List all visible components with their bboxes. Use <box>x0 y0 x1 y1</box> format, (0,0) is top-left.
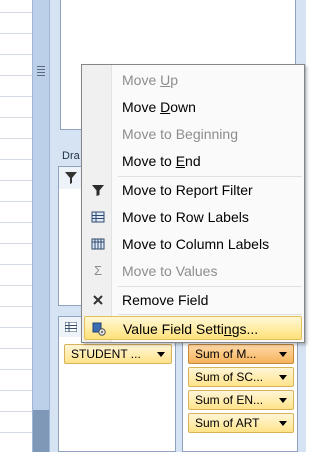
value-field-chip[interactable]: Sum of ART <box>188 413 294 433</box>
drag-fields-label: Dra <box>62 150 80 162</box>
filter-icon <box>92 185 104 196</box>
menu-separator <box>118 314 302 315</box>
grid-row-line <box>0 54 32 55</box>
grid-row-line <box>0 222 32 223</box>
menu-item-label: Move to Beginning <box>122 126 238 142</box>
grid-row-line <box>0 306 32 307</box>
chevron-down-icon[interactable] <box>157 352 165 357</box>
grid-row-line <box>0 117 32 118</box>
value-field-label: Sum of M... <box>195 347 257 361</box>
column-labels-icon <box>91 238 105 250</box>
sigma-icon: Σ <box>93 263 103 278</box>
menu-item-label: Move to Report Filter <box>122 182 253 198</box>
menu-item-label: Move to Column Labels <box>122 236 270 252</box>
grid-row-line <box>0 411 32 412</box>
row-labels-icon <box>65 322 77 332</box>
value-field-label: Sum of EN... <box>195 393 264 407</box>
grid-row-line <box>0 75 32 76</box>
menu-item-move-to-column-labels[interactable]: Move to Column Labels <box>84 232 302 256</box>
value-field-chip[interactable]: Sum of SC... <box>188 367 294 387</box>
row-labels-icon <box>91 211 105 223</box>
menu-item-label: Move Up <box>122 72 179 88</box>
value-field-chip[interactable]: Sum of M... <box>188 344 294 364</box>
value-field-label: Sum of ART <box>195 416 260 430</box>
grid-row-line <box>0 159 32 160</box>
menu-item-label: Move Down <box>122 99 196 115</box>
grid-row-line <box>0 243 32 244</box>
grid-row-line <box>0 390 32 391</box>
filter-icon <box>65 172 77 184</box>
row-field-label: STUDENT ... <box>71 347 141 361</box>
spreadsheet-grid <box>0 0 33 452</box>
menu-item-move-up[interactable]: Move Up <box>84 68 302 92</box>
chevron-down-icon[interactable] <box>279 352 287 357</box>
menu-item-move-to-beginning[interactable]: Move to Beginning <box>84 122 302 146</box>
splitter-grip-icon[interactable] <box>37 66 45 76</box>
grid-row-line <box>0 12 32 13</box>
grid-row-line <box>0 96 32 97</box>
menu-item-move-to-end[interactable]: Move to End <box>84 149 302 173</box>
menu-item-label: Remove Field <box>122 292 209 308</box>
grid-row-line <box>0 201 32 202</box>
chevron-down-icon[interactable] <box>279 375 287 380</box>
menu-item-move-to-values[interactable]: Σ Move to Values <box>84 259 302 283</box>
chevron-down-icon[interactable] <box>279 398 287 403</box>
close-icon <box>93 295 103 305</box>
chevron-down-icon[interactable] <box>279 421 287 426</box>
grid-row-line <box>0 264 32 265</box>
grid-row-line <box>0 33 32 34</box>
menu-item-move-down[interactable]: Move Down <box>84 95 302 119</box>
row-field-chip[interactable]: STUDENT ... <box>64 344 172 364</box>
value-field-chip[interactable]: Sum of EN... <box>188 390 294 410</box>
menu-item-remove-field[interactable]: Remove Field <box>84 288 302 312</box>
grid-row-line <box>0 138 32 139</box>
field-context-menu: Move Up Move Down Move to Beginning Move… <box>81 64 305 343</box>
menu-item-label: Move to End <box>122 153 201 169</box>
menu-separator <box>118 286 302 287</box>
grid-row-line <box>0 369 32 370</box>
grid-row-line <box>0 432 32 433</box>
menu-item-move-to-report-filter[interactable]: Move to Report Filter <box>84 178 302 202</box>
menu-item-value-field-settings[interactable]: Value Field Settings... <box>84 316 302 340</box>
grid-row-line <box>0 327 32 328</box>
value-field-label: Sum of SC... <box>195 370 264 384</box>
splitter-bottom <box>33 410 49 452</box>
grid-row-line <box>0 348 32 349</box>
menu-separator <box>118 176 302 177</box>
pane-splitter[interactable] <box>32 0 50 452</box>
menu-item-label: Move to Values <box>122 263 218 279</box>
grid-row-line <box>0 180 32 181</box>
field-settings-icon <box>92 322 106 336</box>
grid-row-line <box>0 285 32 286</box>
menu-item-label: Value Field Settings... <box>123 321 259 337</box>
menu-item-label: Move to Row Labels <box>122 209 249 225</box>
menu-item-move-to-row-labels[interactable]: Move to Row Labels <box>84 205 302 229</box>
